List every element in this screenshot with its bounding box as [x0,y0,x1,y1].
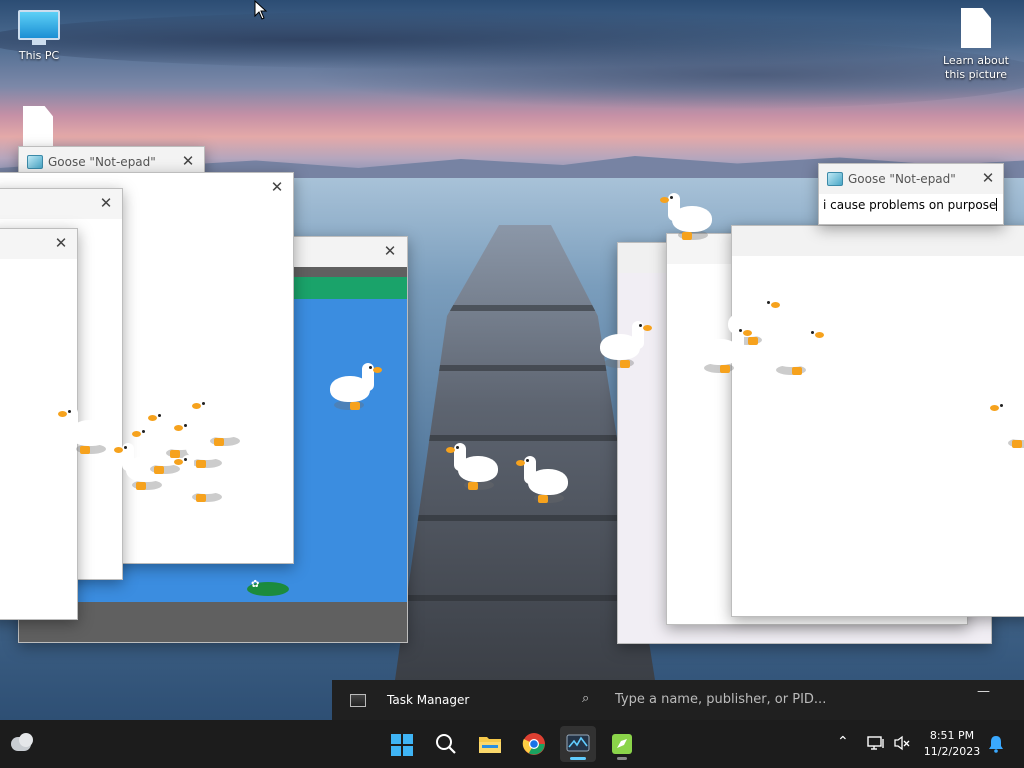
goose-icon [770,325,824,377]
dock-plank [395,435,655,441]
file-icon [23,106,53,146]
minimize-button[interactable]: — [977,684,990,699]
file-icon [961,8,991,48]
chrome-button[interactable] [516,726,552,762]
search-icon: ⌕ [582,691,590,706]
clock-time: 8:51 PM [929,729,975,742]
taskbar: ⌃ 8:51 PM 11/2/2023 [0,720,1024,768]
search-button[interactable] [428,726,464,762]
search-icon [436,734,456,754]
window-titlebar[interactable]: ✕ [0,189,122,219]
notepad-text: i cause problems on purpose [823,198,998,212]
windows-logo-icon [391,734,413,756]
active-indicator [570,757,586,760]
task-manager-title: Task Manager [387,693,470,707]
goose-app-icon [612,734,632,754]
task-manager-search-input[interactable]: Type a name, publisher, or PID... [615,692,826,707]
goose-icon [990,398,1024,450]
goose-icon [58,404,112,456]
goose-icon [174,452,228,504]
start-button[interactable] [384,726,420,762]
close-icon[interactable]: ✕ [979,169,997,187]
volume-muted-icon[interactable] [893,735,911,751]
desktop-icon-label: Learn about this picture [943,54,1009,81]
desktop: This PC Learn about this picture Goose "… [0,0,1024,720]
dock-plank [395,515,655,521]
task-manager-taskbar-button[interactable] [560,726,596,762]
running-indicator [617,757,627,760]
notepad-text-area[interactable]: i cause problems on purpose [819,194,1003,224]
clock[interactable]: 8:51 PM 11/2/2023 [912,728,992,760]
close-icon[interactable]: ✕ [52,234,70,252]
window-titlebar[interactable]: ✕ [0,229,77,259]
chevron-up-icon[interactable]: ⌃ [837,734,849,750]
goose-icon [516,453,570,505]
task-manager-icon [566,734,590,752]
goose-icon [698,323,752,375]
notification-bell-icon[interactable] [988,735,1004,753]
window-title: Goose "Not-epad" [848,172,956,186]
window-titlebar[interactable] [732,226,1024,256]
window-title: Goose "Not-epad" [48,155,156,169]
desktop-icon-label: This PC [18,49,60,62]
goose-icon [446,440,500,492]
mouse-cursor-icon [254,0,268,20]
notepad-window-large[interactable]: Goose "Not-epad" ✕ i cause problems on p… [818,163,1004,225]
close-icon[interactable]: ✕ [381,242,399,260]
goose-icon [598,318,652,370]
network-icon[interactable] [867,735,885,751]
close-icon[interactable]: ✕ [97,194,115,212]
folder-icon [479,737,501,753]
goose-icon [192,396,246,448]
notepad-icon [827,172,843,186]
desktop-icon-this-pc[interactable]: This PC [12,10,66,62]
notepad-icon [27,155,43,169]
goose-icon [328,360,382,412]
lily-flower-icon: ✿ [251,579,260,590]
dock-plank [395,595,655,601]
task-manager-window[interactable]: Task Manager ⌕ Type a name, publisher, o… [332,680,1024,720]
chrome-icon [522,733,545,755]
text-caret [996,198,998,211]
task-manager-icon [350,694,366,707]
desktop-goose-button[interactable] [604,726,640,762]
goose-icon [660,190,714,242]
weather-icon[interactable] [11,733,35,755]
blank-window-right-2[interactable] [731,225,1024,617]
desktop-icon-learn-picture[interactable]: Learn about this picture [940,8,1012,82]
window-titlebar[interactable]: Goose "Not-epad" ✕ [819,164,1003,194]
wallpaper-clouds [300,40,1024,110]
file-explorer-button[interactable] [472,726,508,762]
computer-stand [32,40,46,45]
close-icon[interactable]: ✕ [179,152,197,170]
computer-icon [18,10,60,40]
desktop-icon-file[interactable] [20,106,56,146]
clock-date: 11/2/2023 [923,745,981,758]
close-icon[interactable]: ✕ [268,178,286,196]
